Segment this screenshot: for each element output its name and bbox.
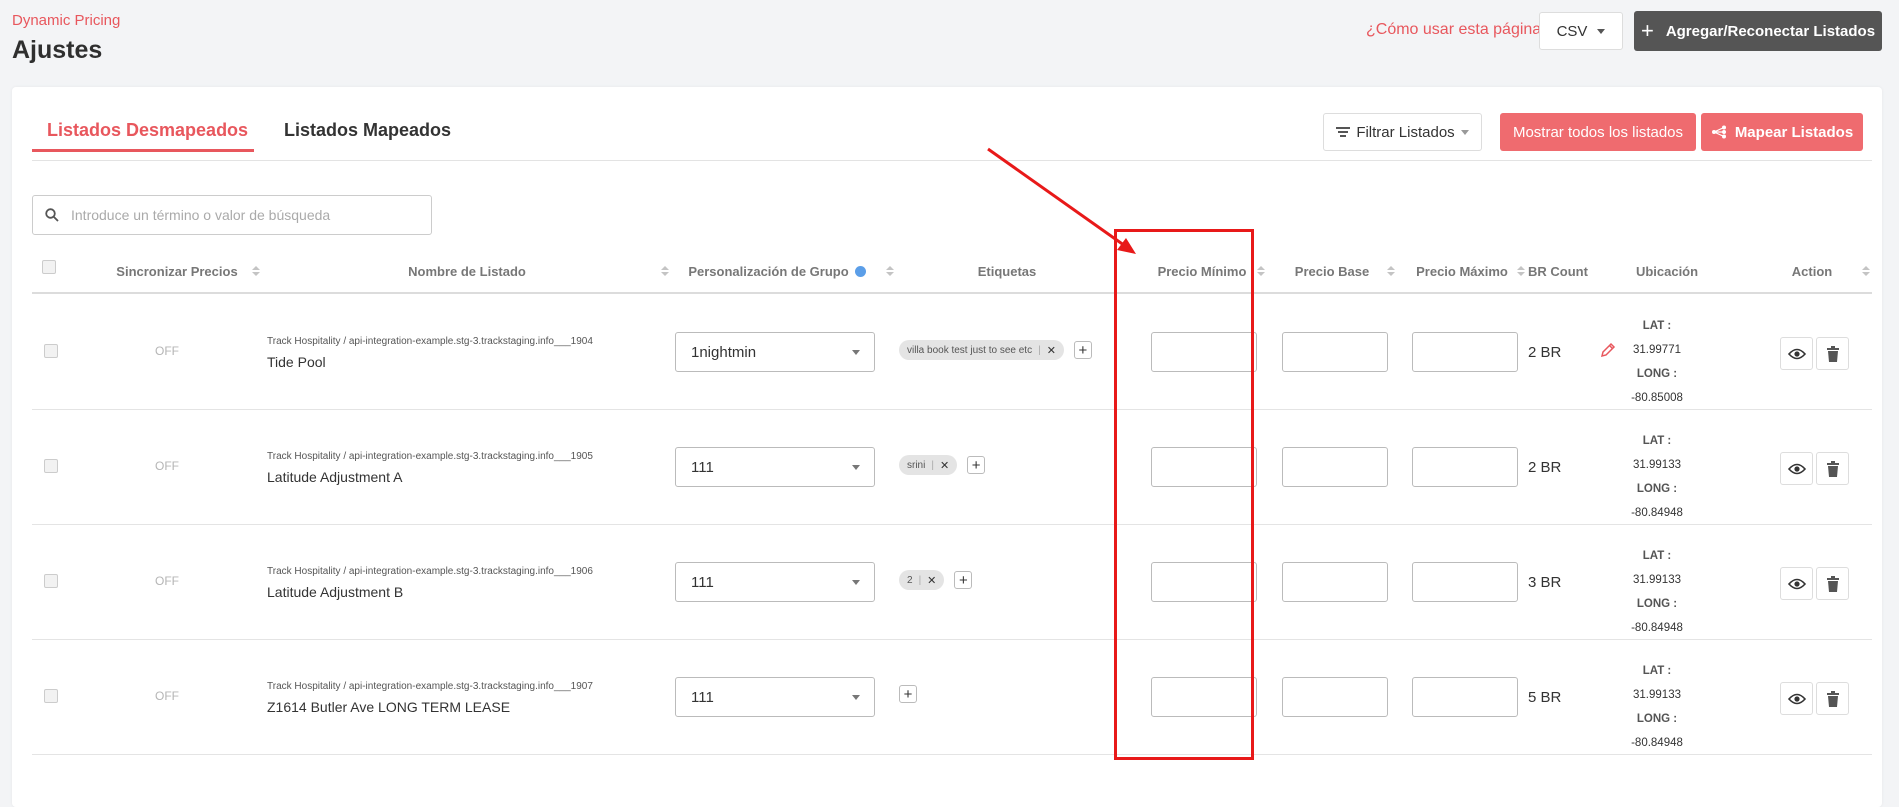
annotation-arrow (987, 147, 1136, 254)
